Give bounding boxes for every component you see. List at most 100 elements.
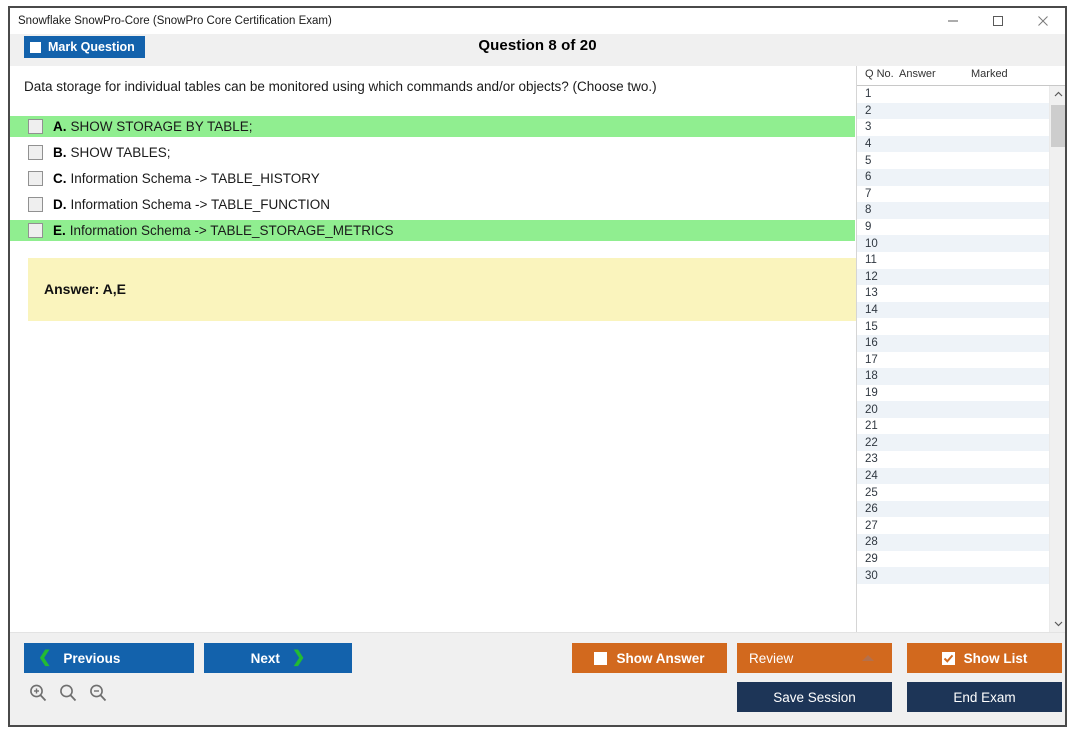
question-list-row[interactable]: 7 [857,186,1049,203]
question-list-row[interactable]: 27 [857,517,1049,534]
question-list-row[interactable]: 19 [857,385,1049,402]
question-list-row[interactable]: 3 [857,119,1049,136]
option-letter: E. [53,223,66,238]
question-list-row[interactable]: 18 [857,368,1049,385]
option-letter: C. [53,171,67,186]
question-list-row[interactable]: 29 [857,551,1049,568]
question-number: 11 [865,254,877,267]
column-header-marked: Marked [971,68,1008,80]
question-list-row[interactable]: 24 [857,467,1049,485]
show-answer-label: Show Answer [616,650,705,666]
question-list-row[interactable]: 4 [857,135,1049,153]
show-list-button[interactable]: Show List [907,643,1062,673]
question-list-header: Q No. Answer Marked [857,66,1065,86]
exam-body: Data storage for individual tables can b… [10,66,1065,632]
question-number: 21 [865,420,878,433]
question-list-row[interactable]: 22 [857,434,1049,452]
question-list-row[interactable]: 14 [857,301,1049,319]
next-label: Next [250,650,280,666]
option-checkbox-icon[interactable] [28,197,43,212]
end-exam-label: End Exam [953,689,1016,705]
question-number: 7 [865,187,872,200]
question-list-row[interactable]: 30 [857,567,1049,584]
window-controls [930,8,1065,33]
question-list-row[interactable]: 16 [857,334,1049,352]
chevron-up-icon [862,655,874,661]
question-stem: Data storage for individual tables can b… [24,79,657,94]
question-number: 26 [865,503,878,516]
question-list-row[interactable]: 1 [857,86,1049,103]
answer-option-b[interactable]: B. SHOW TABLES; [10,142,855,163]
question-number: 14 [865,304,878,317]
question-number: 13 [865,287,878,300]
question-list-row[interactable]: 23 [857,451,1049,468]
page-title: Question 8 of 20 [478,37,597,54]
question-list-row[interactable]: 17 [857,352,1049,369]
option-letter: A. [53,119,67,134]
maximize-icon[interactable] [975,8,1020,33]
previous-label: Previous [63,650,121,666]
question-number: 18 [865,370,878,383]
question-list-row[interactable]: 28 [857,534,1049,551]
question-list-row[interactable]: 2 [857,102,1049,120]
question-list-row[interactable]: 26 [857,500,1049,518]
chevron-right-icon: ❯ [291,649,306,666]
option-checkbox-icon[interactable] [28,223,43,238]
question-number: 15 [865,320,878,333]
question-number: 19 [865,386,878,399]
option-checkbox-icon[interactable] [28,145,43,160]
question-list-row[interactable]: 8 [857,202,1049,219]
answer-option-c[interactable]: C. Information Schema -> TABLE_HISTORY [10,168,855,189]
show-list-checkbox-icon[interactable] [941,651,955,665]
question-list-row[interactable]: 10 [857,235,1049,252]
answer-option-d[interactable]: D. Information Schema -> TABLE_FUNCTION [10,194,855,215]
question-list-row[interactable]: 20 [857,401,1049,418]
save-session-button[interactable]: Save Session [737,682,892,712]
question-number: 30 [865,569,878,582]
option-letter: B. [53,145,67,160]
scrollbar-thumb[interactable] [1051,105,1065,147]
question-rows[interactable]: 1 2 3 4 5 6 7 8 9 10 11 12 13 14 15 16 17 18 19 20 21 22 23 24 2… [857,86,1049,632]
question-list-scrollbar[interactable] [1049,86,1065,632]
zoom-in-icon[interactable] [28,683,48,708]
question-list-row[interactable]: 11 [857,252,1049,269]
question-number: 29 [865,552,878,565]
question-list-row[interactable]: 12 [857,268,1049,286]
answer-reveal-box: Answer: A,E [28,258,856,321]
review-dropdown[interactable]: Review [737,643,892,673]
column-header-qno: Q No. [865,68,894,80]
question-list-row[interactable]: 15 [857,318,1049,335]
save-session-label: Save Session [773,689,856,705]
option-text: SHOW TABLES; [70,145,171,160]
answer-option-e[interactable]: E. Information Schema -> TABLE_STORAGE_ME… [10,220,855,241]
option-letter: D. [53,197,67,212]
show-answer-checkbox-icon[interactable] [594,651,608,665]
close-icon[interactable] [1020,8,1065,33]
show-list-label: Show List [963,650,1028,666]
question-number: 20 [865,403,878,416]
minimize-icon[interactable] [930,8,975,33]
question-list-row[interactable]: 9 [857,219,1049,236]
end-exam-button[interactable]: End Exam [907,682,1062,712]
question-list-row[interactable]: 13 [857,285,1049,302]
question-list-row[interactable]: 5 [857,152,1049,169]
zoom-out-icon[interactable] [88,683,108,708]
question-list-row[interactable]: 25 [857,484,1049,501]
question-number: 17 [865,353,878,366]
option-checkbox-icon[interactable] [28,171,43,186]
scroll-up-icon[interactable] [1050,86,1065,103]
show-answer-button[interactable]: Show Answer [572,643,727,673]
question-toolbar: Mark Question Question 8 of 20 [10,34,1065,66]
question-number: 10 [865,237,878,250]
question-list-row[interactable]: 21 [857,418,1049,435]
question-list-panel: Q No. Answer Marked 1 2 3 4 5 6 7 8 9 10 11 12 13 14 1… [856,66,1065,632]
previous-button[interactable]: ❮ Previous [24,643,194,673]
question-list-row[interactable]: 6 [857,168,1049,186]
answer-option-a[interactable]: A. SHOW STORAGE BY TABLE; [10,116,855,137]
question-list-body: 1 2 3 4 5 6 7 8 9 10 11 12 13 14 15 16 17 18 19 20 21 22 23 24 2… [857,86,1065,632]
next-button[interactable]: Next ❯ [204,643,352,673]
option-checkbox-icon[interactable] [28,119,43,134]
chevron-left-icon: ❮ [38,649,52,666]
zoom-reset-icon[interactable] [58,683,78,708]
scroll-down-icon[interactable] [1050,615,1065,632]
